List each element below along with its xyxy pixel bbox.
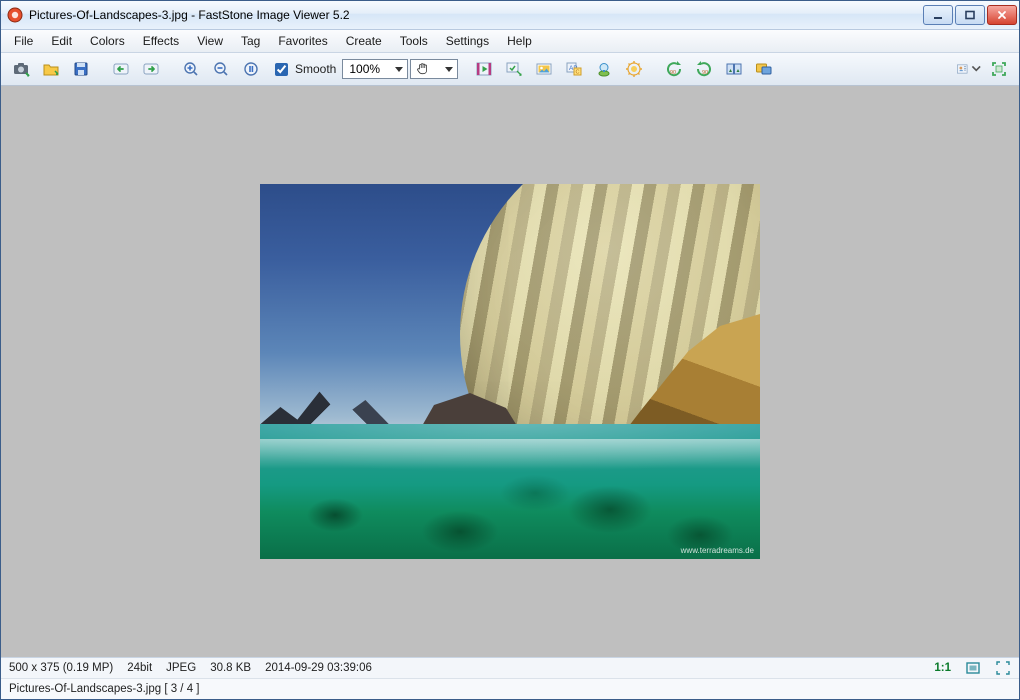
fit-image-icon[interactable]: [995, 660, 1011, 676]
chevron-down-icon: [445, 67, 453, 72]
fullscreen-button[interactable]: [985, 55, 1013, 83]
jpeg-comment-button[interactable]: [590, 55, 618, 83]
fit-window-icon[interactable]: [965, 660, 981, 676]
status-depth: 24bit: [127, 662, 152, 674]
minimize-button[interactable]: [923, 5, 953, 25]
menu-view[interactable]: View: [188, 30, 232, 52]
compare-button[interactable]: [720, 55, 748, 83]
zoom-ratio[interactable]: 1:1: [934, 662, 951, 674]
toolbar: Smooth 100% ABC: [1, 53, 1019, 86]
rotate-right-button[interactable]: 90: [690, 55, 718, 83]
zoom-combo[interactable]: 100%: [342, 59, 408, 79]
smooth-toggle[interactable]: Smooth: [271, 60, 336, 79]
open-folder-button[interactable]: [37, 55, 65, 83]
close-button[interactable]: [987, 5, 1017, 25]
nav-back-button[interactable]: [107, 55, 135, 83]
acquire-button[interactable]: [7, 55, 35, 83]
image-watermark: www.terradreams.de: [681, 546, 754, 555]
status-datetime: 2014-09-29 03:39:06: [265, 662, 372, 674]
status-file-index: Pictures-Of-Landscapes-3.jpg [ 3 / 4 ]: [9, 683, 199, 695]
status-format: JPEG: [166, 662, 196, 674]
menu-tag[interactable]: Tag: [232, 30, 269, 52]
menu-tools[interactable]: Tools: [391, 30, 437, 52]
menu-help[interactable]: Help: [498, 30, 541, 52]
window-controls: [923, 5, 1017, 25]
menu-create[interactable]: Create: [337, 30, 391, 52]
menu-settings[interactable]: Settings: [437, 30, 498, 52]
hand-icon: [415, 61, 431, 78]
smooth-label: Smooth: [295, 62, 336, 76]
batch-convert-button[interactable]: ABC: [560, 55, 588, 83]
wallpaper-button[interactable]: [530, 55, 558, 83]
smooth-checkbox[interactable]: [275, 63, 288, 76]
zoom-out-button[interactable]: [207, 55, 235, 83]
menu-colors[interactable]: Colors: [81, 30, 134, 52]
status-dimensions: 500 x 375 (0.19 MP): [9, 662, 113, 674]
status-filesize: 30.8 KB: [210, 662, 251, 674]
window-title: Pictures-Of-Landscapes-3.jpg - FastStone…: [29, 8, 923, 22]
menu-edit[interactable]: Edit: [42, 30, 81, 52]
menubar: File Edit Colors Effects View Tag Favori…: [1, 30, 1019, 53]
svg-text:90: 90: [702, 70, 708, 76]
menu-effects[interactable]: Effects: [134, 30, 188, 52]
cursor-tool-combo[interactable]: [410, 59, 458, 79]
nav-forward-button[interactable]: [137, 55, 165, 83]
app-icon: [7, 7, 23, 23]
save-button[interactable]: [67, 55, 95, 83]
email-button[interactable]: [500, 55, 528, 83]
rotate-left-button[interactable]: 90: [660, 55, 688, 83]
zoom-in-button[interactable]: [177, 55, 205, 83]
chevron-down-icon: [395, 67, 403, 72]
menu-favorites[interactable]: Favorites: [269, 30, 336, 52]
statusbar-info: 500 x 375 (0.19 MP) 24bit JPEG 30.8 KB 2…: [1, 657, 1019, 678]
actual-size-button[interactable]: [237, 55, 265, 83]
slideshow-button[interactable]: [470, 55, 498, 83]
menu-file[interactable]: File: [5, 30, 42, 52]
app-window: Pictures-Of-Landscapes-3.jpg - FastStone…: [0, 0, 1020, 700]
zoom-value: 100%: [349, 62, 380, 76]
image-canvas[interactable]: www.terradreams.de: [1, 86, 1019, 657]
svg-text:90: 90: [670, 70, 676, 76]
displayed-image: www.terradreams.de: [260, 184, 760, 559]
svg-text:C: C: [576, 70, 580, 76]
dual-monitor-button[interactable]: [750, 55, 778, 83]
statusbar-file: Pictures-Of-Landscapes-3.jpg [ 3 / 4 ]: [1, 678, 1019, 699]
contact-sheet-button[interactable]: [955, 55, 983, 83]
color-adjust-button[interactable]: [620, 55, 648, 83]
titlebar: Pictures-Of-Landscapes-3.jpg - FastStone…: [1, 1, 1019, 30]
maximize-button[interactable]: [955, 5, 985, 25]
